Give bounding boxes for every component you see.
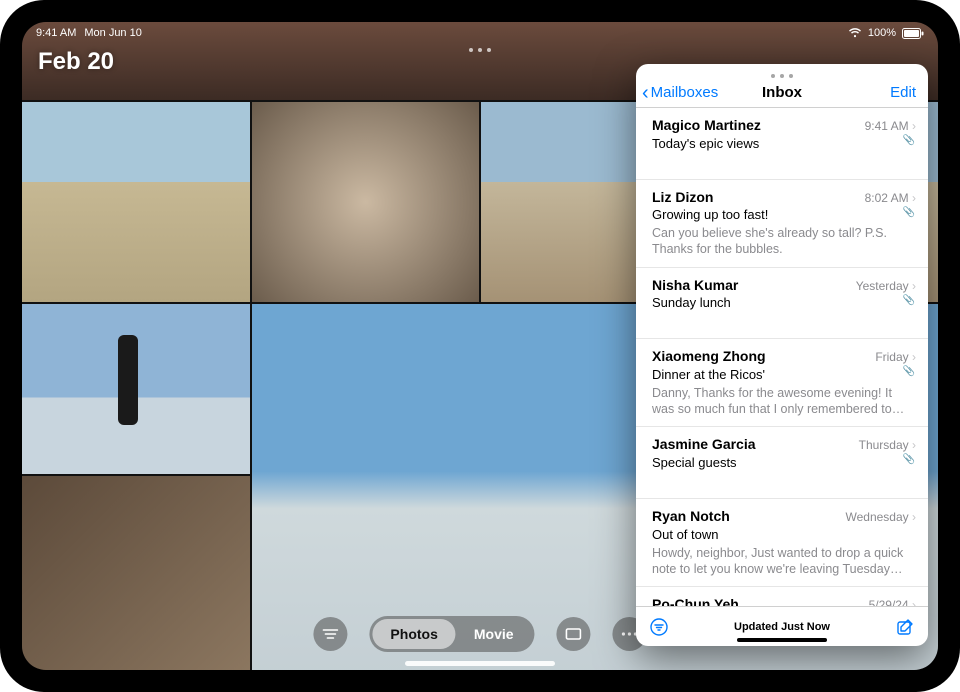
sender: Ryan Notch <box>652 507 730 525</box>
preview: Howdy, neighbor, Just wanted to drop a q… <box>652 545 916 578</box>
photo-thumbnail[interactable] <box>252 102 480 302</box>
home-indicator[interactable] <box>405 661 555 666</box>
sender: Po-Chun Yeh <box>652 595 739 606</box>
timestamp: 5/29/24 <box>869 598 916 606</box>
attachment-icon: 📎 <box>903 365 915 378</box>
seg-movie[interactable]: Movie <box>456 619 532 649</box>
mail-message[interactable]: Magico Martinez 9:41 AM📎Today's epic view… <box>636 108 928 180</box>
mail-message[interactable]: Nisha Kumar Yesterday📎Sunday lunch <box>636 268 928 340</box>
sender: Nisha Kumar <box>652 276 738 294</box>
subject: Sunday lunch <box>652 295 916 312</box>
preview: Can you believe she's already so tall? P… <box>652 225 916 258</box>
mail-message[interactable]: Po-Chun Yeh5/29/24Lunch call? <box>636 587 928 606</box>
mail-slideover[interactable]: ‹ Mailboxes Inbox Edit Magico Martinez 9:… <box>636 64 928 646</box>
subject: Growing up too fast! <box>652 207 916 224</box>
battery-icon <box>902 28 924 39</box>
slideover-home-indicator[interactable] <box>737 638 827 642</box>
timestamp: Thursday <box>859 438 916 454</box>
mail-message[interactable]: Xiaomeng Zhong Friday📎Dinner at the Ricos… <box>636 339 928 427</box>
mail-list[interactable]: Magico Martinez9:41 AM📎Today's epic view… <box>636 108 928 606</box>
edit-button[interactable]: Edit <box>890 84 916 101</box>
sender: Liz Dizon <box>652 188 713 206</box>
subject: Special guests <box>652 455 916 472</box>
timestamp: 8:02 AM <box>865 191 916 207</box>
multitasking-dots-icon[interactable] <box>469 48 491 52</box>
attachment-icon: 📎 <box>903 206 915 219</box>
mail-message[interactable]: Liz Dizon 8:02 AM📎Growing up too fast!Can… <box>636 180 928 268</box>
timestamp: Wednesday <box>846 510 917 526</box>
photos-date-heading: Feb 20 <box>38 48 114 76</box>
attachment-icon: 📎 <box>903 294 915 307</box>
photo-thumbnail[interactable] <box>22 304 250 474</box>
sender: Magico Martinez <box>652 116 761 134</box>
status-date: Mon Jun 10 <box>84 27 141 39</box>
filter-icon[interactable] <box>650 618 668 636</box>
battery-pct: 100% <box>868 27 896 39</box>
photo-thumbnail[interactable] <box>22 102 250 302</box>
back-label: Mailboxes <box>651 84 719 101</box>
screen: 9:41 AM Mon Jun 10 100% Feb 20 <box>22 22 938 670</box>
timestamp: 9:41 AM <box>865 119 916 135</box>
mail-message[interactable]: Ryan Notch WednesdayOut of townHowdy, nei… <box>636 499 928 587</box>
subject: Today's epic views <box>652 136 916 153</box>
mailboxes-back-button[interactable]: ‹ Mailboxes <box>642 84 718 101</box>
mail-status: Updated Just Now <box>636 621 928 633</box>
preview: Danny, Thanks for the awesome evening! I… <box>652 385 916 418</box>
attachment-icon: 📎 <box>903 453 915 466</box>
wifi-icon <box>848 28 862 38</box>
status-bar: 9:41 AM Mon Jun 10 100% <box>22 22 938 44</box>
photos-toolbar: Photos Movie <box>313 616 646 652</box>
aspect-button[interactable] <box>557 617 591 651</box>
filter-button[interactable] <box>313 617 347 651</box>
attachment-icon: 📎 <box>903 134 915 147</box>
timestamp: Yesterday <box>856 279 916 295</box>
preview <box>652 473 916 489</box>
compose-icon[interactable] <box>896 618 914 636</box>
subject: Out of town <box>652 527 916 544</box>
slideover-grabber-icon[interactable] <box>771 74 793 78</box>
timestamp: Friday <box>875 350 916 366</box>
photo-thumbnail[interactable] <box>22 476 250 670</box>
chevron-left-icon: ‹ <box>642 86 649 100</box>
seg-photos[interactable]: Photos <box>372 619 455 649</box>
view-mode-segment: Photos Movie <box>369 616 534 652</box>
mail-navbar: ‹ Mailboxes Inbox Edit <box>636 64 928 108</box>
preview <box>652 313 916 329</box>
mail-toolbar: Updated Just Now <box>636 606 928 646</box>
sender: Xiaomeng Zhong <box>652 347 766 365</box>
ipad-frame: 9:41 AM Mon Jun 10 100% Feb 20 <box>0 0 960 692</box>
sender: Jasmine Garcia <box>652 435 756 453</box>
preview <box>652 153 916 169</box>
status-time: 9:41 AM <box>36 27 76 39</box>
mail-message[interactable]: Jasmine Garcia Thursday📎Special guests <box>636 427 928 499</box>
subject: Dinner at the Ricos' <box>652 367 916 384</box>
